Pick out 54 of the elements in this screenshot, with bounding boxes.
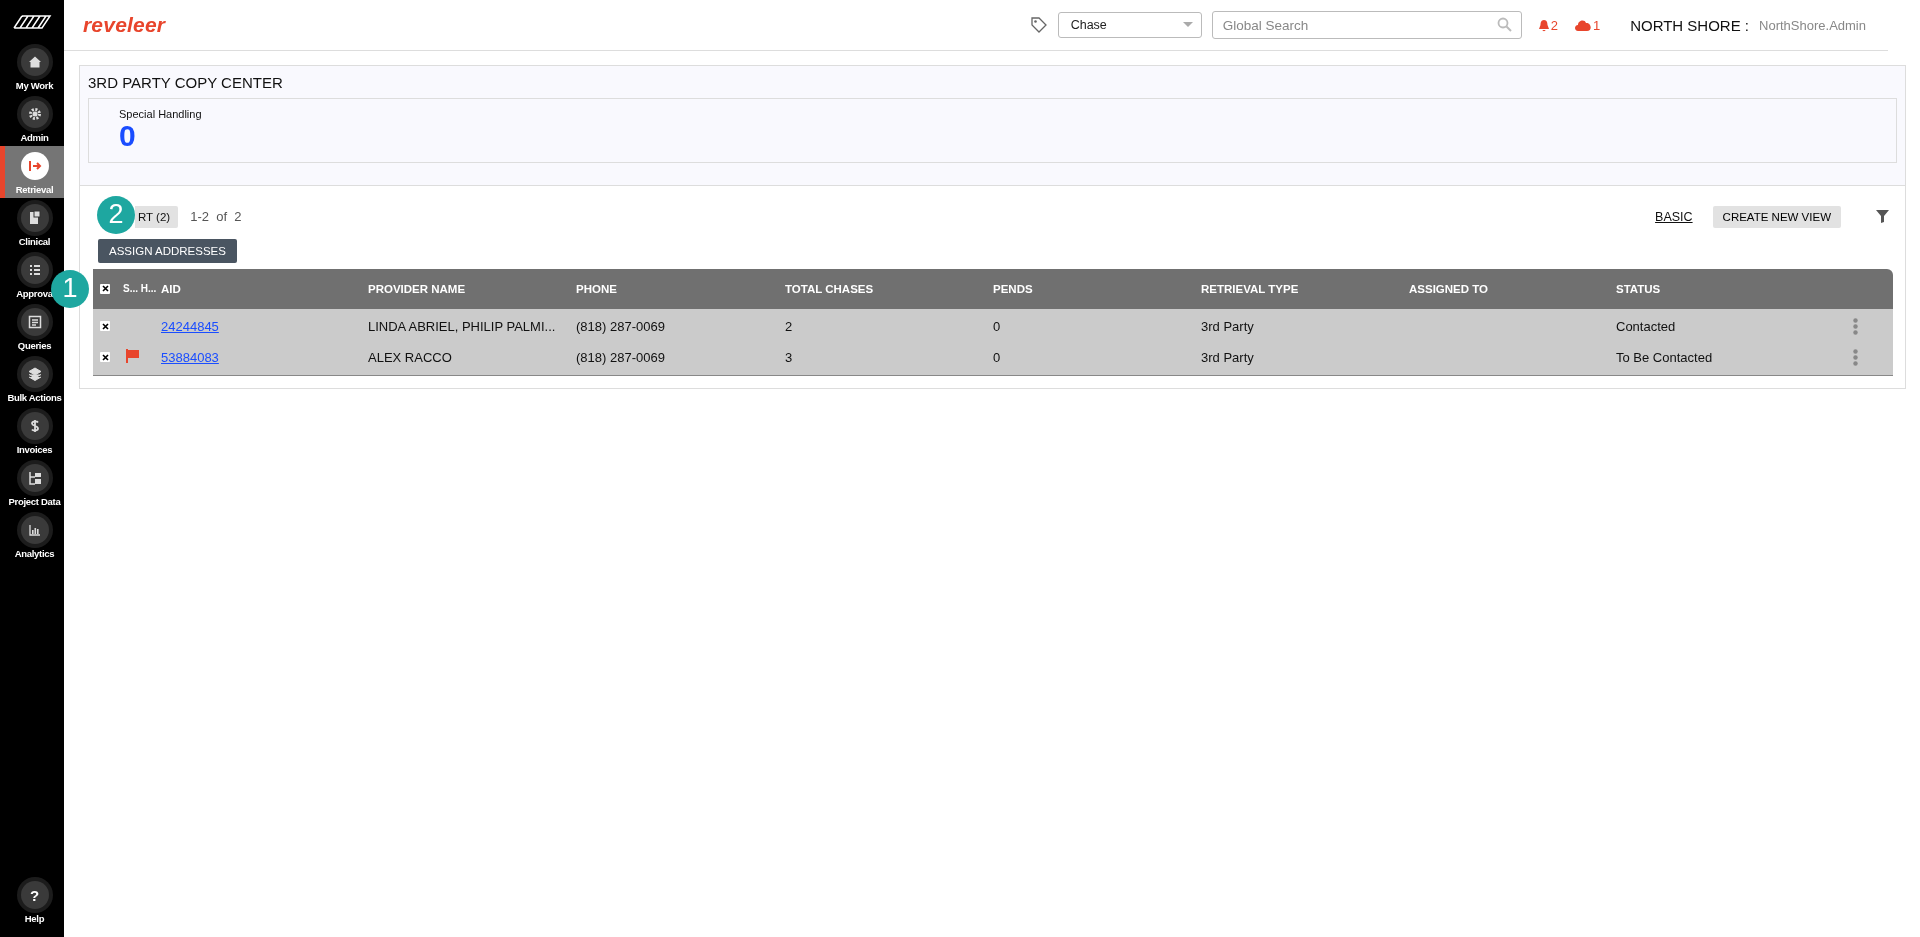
organization-name: NORTH SHORE : bbox=[1630, 16, 1750, 34]
tour-step-tooltip[interactable]: 2 bbox=[97, 195, 135, 234]
table-cell-text: (818) 287-0069 bbox=[576, 318, 666, 334]
column-header[interactable]: ASSIGNED TO bbox=[1409, 282, 1616, 295]
help-item[interactable]: ? Help bbox=[0, 875, 64, 927]
table-cell-text: 0 bbox=[993, 318, 1002, 334]
sidebar-item[interactable]: Analytics bbox=[0, 510, 64, 562]
table-cell-text: 0 bbox=[993, 349, 1002, 365]
sidebar-item[interactable]: Admin bbox=[0, 94, 64, 146]
column-header[interactable]: STATUS bbox=[1616, 282, 1853, 295]
row-checkbox[interactable] bbox=[100, 321, 110, 331]
table-cell-text: 2 bbox=[785, 318, 794, 334]
cloud-button[interactable]: 1 bbox=[1573, 17, 1601, 33]
table-cell-text: Contacted bbox=[1616, 318, 1677, 334]
sidebar-item[interactable]: Invoices bbox=[0, 406, 64, 458]
brand-logo[interactable]: reveleer bbox=[83, 13, 166, 37]
sidebar-item[interactable]: Clinical bbox=[0, 198, 64, 250]
sort-button[interactable]: RT (2) bbox=[135, 205, 179, 228]
table-cell-text: 3 bbox=[785, 349, 794, 365]
table-cell-text: 3rd Party bbox=[1201, 318, 1255, 334]
search-field[interactable]: Global Search bbox=[1211, 11, 1522, 39]
column-header[interactable]: PENDS bbox=[993, 282, 1201, 295]
stat-label: Special Handling bbox=[119, 108, 203, 120]
user-name[interactable]: NorthShore.Admin bbox=[1759, 17, 1866, 33]
pagination-range: 1-2 of 2 bbox=[190, 209, 242, 224]
column-header[interactable]: RETRIEVAL TYPE bbox=[1201, 282, 1409, 295]
table-cell-text: LINDA ABRIEL, PHILIP PALMI... bbox=[368, 318, 557, 334]
assign-addresses-button[interactable]: ASSIGN ADDRESSES bbox=[98, 238, 237, 263]
column-header[interactable]: TOTAL CHASES bbox=[785, 282, 993, 295]
select-all-checkbox[interactable] bbox=[100, 283, 110, 294]
sidebar-item[interactable]: Retrieval bbox=[0, 146, 64, 198]
table-cell-text: (818) 287-0069 bbox=[576, 349, 666, 365]
basic-link[interactable]: BASIC bbox=[1655, 209, 1693, 224]
column-header[interactable]: PHONE bbox=[576, 282, 785, 295]
table-cell-text: To Be Contacted bbox=[1616, 349, 1714, 365]
aid-link[interactable]: 53884083 bbox=[161, 349, 368, 365]
notifications-button[interactable]: 2 bbox=[1537, 17, 1558, 33]
table-cell-text: ALEX RACCO bbox=[368, 349, 453, 365]
column-header[interactable]: PROVIDER NAME bbox=[368, 282, 576, 295]
column-header[interactable]: AID bbox=[161, 282, 368, 295]
sidebar-item[interactable]: My Work bbox=[0, 42, 64, 94]
aid-link[interactable]: 24244845 bbox=[161, 318, 368, 334]
logo-icon[interactable] bbox=[12, 14, 52, 30]
page-title: 3RD PARTY COPY CENTER bbox=[88, 74, 284, 91]
column-header[interactable]: S... H... bbox=[123, 282, 161, 295]
sidebar-item[interactable]: Project Data bbox=[0, 458, 64, 510]
filter-icon[interactable] bbox=[1876, 210, 1889, 223]
tag-icon[interactable] bbox=[1029, 16, 1048, 34]
sidebar-item[interactable]: Bulk Actions bbox=[0, 354, 64, 406]
table-cell-text: 3rd Party bbox=[1201, 349, 1255, 365]
create-view-button[interactable]: CREATE NEW VIEW bbox=[1712, 205, 1841, 228]
project-dropdown[interactable]: Chase bbox=[1057, 12, 1202, 38]
row-checkbox[interactable] bbox=[100, 352, 110, 362]
stat-value: 0 bbox=[119, 120, 136, 152]
